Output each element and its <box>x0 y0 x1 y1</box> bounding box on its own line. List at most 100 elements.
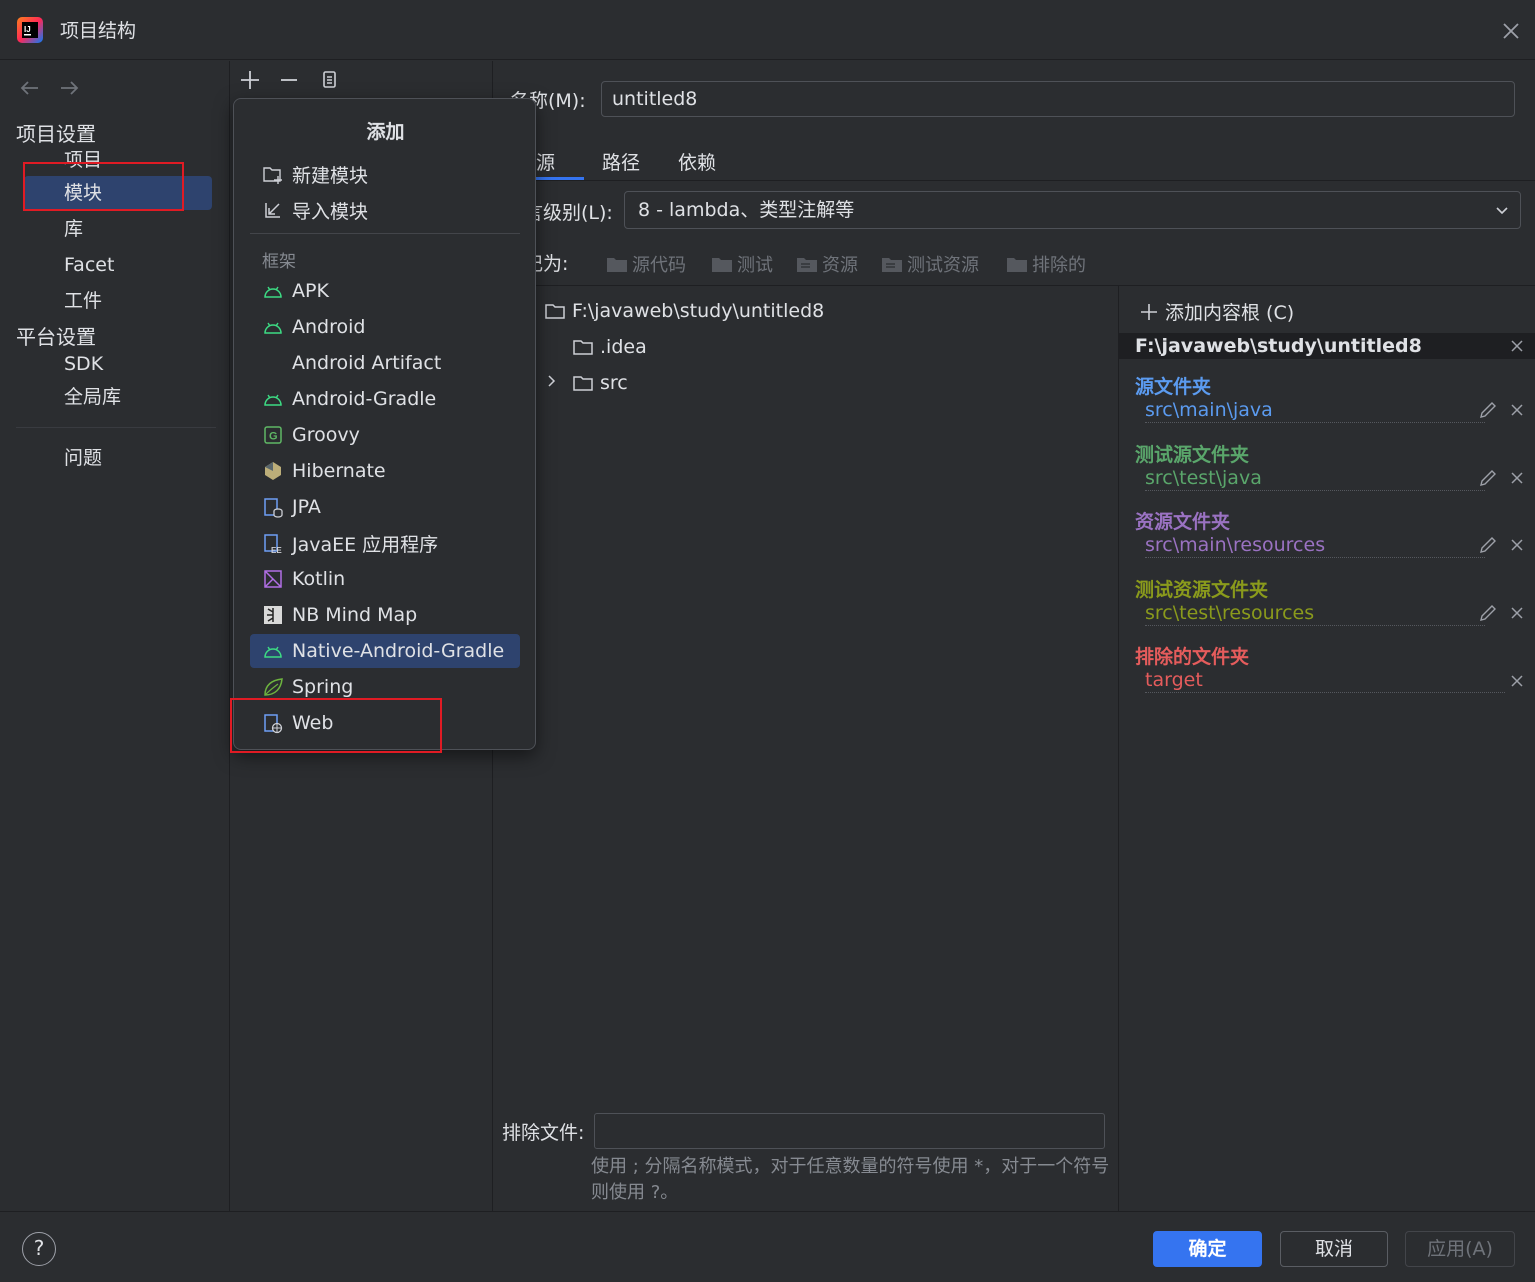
apply-button[interactable]: 应用(A) <box>1405 1231 1515 1267</box>
remove-source-folder-icon[interactable] <box>1508 401 1526 419</box>
intellij-logo-icon: IJ <box>16 16 44 44</box>
remove-content-root-icon[interactable] <box>1508 337 1526 355</box>
tabs-divider <box>494 180 1535 181</box>
popup-item-apk[interactable]: APK <box>250 274 520 308</box>
annotation-box-modules <box>23 162 184 211</box>
nav-section-platform-settings: 平台设置 <box>16 325 96 349</box>
help-button[interactable]: ? <box>22 1232 56 1266</box>
content-root-path: F:\javaweb\study\untitled8 <box>1135 335 1422 357</box>
ok-button[interactable]: 确定 <box>1153 1231 1262 1267</box>
language-level-select[interactable]: 8 - lambda、类型注解等 <box>624 191 1521 229</box>
popup-item-groovy[interactable]: G Groovy <box>250 418 520 452</box>
back-arrow-icon[interactable] <box>17 75 43 101</box>
chevron-right-icon[interactable] <box>544 373 560 389</box>
test-source-folders-title: 测试源文件夹 <box>1135 444 1250 466</box>
window-title: 项目结构 <box>60 20 137 42</box>
content-root-header: F:\javaweb\study\untitled8 <box>1119 333 1535 359</box>
popup-divider <box>250 233 520 234</box>
spring-leaf-icon <box>264 678 283 696</box>
new-module-icon <box>263 167 282 184</box>
test-resource-folders-title: 测试资源文件夹 <box>1135 579 1269 601</box>
android-icon <box>264 322 282 334</box>
pencil-icon[interactable] <box>1478 400 1498 420</box>
pencil-icon[interactable] <box>1478 603 1498 623</box>
folder-icon <box>712 258 732 272</box>
hibernate-icon <box>265 462 281 480</box>
popup-title: 添加 <box>366 121 405 143</box>
add-content-root-button[interactable]: 添加内容根 (C) <box>1139 298 1294 325</box>
mark-as-excluded-button[interactable]: 排除的 <box>1006 251 1086 277</box>
nav-item-sdks[interactable]: SDK <box>24 347 212 381</box>
android-icon <box>264 286 282 298</box>
folder-icon <box>573 376 593 391</box>
popup-item-hibernate[interactable]: Hibernate <box>250 454 520 488</box>
tab-dependencies[interactable]: 依赖 <box>678 148 716 175</box>
popup-item-new-module[interactable]: 新建模块 <box>250 157 520 191</box>
mark-as-test-resources-button[interactable]: 测试资源 <box>881 251 979 277</box>
mark-as-sources-button[interactable]: 源代码 <box>606 251 686 277</box>
kotlin-icon <box>264 570 282 588</box>
android-icon <box>264 394 282 406</box>
mark-as-tests-button[interactable]: 测试 <box>711 251 773 277</box>
import-icon <box>265 203 280 218</box>
add-icon[interactable] <box>237 67 263 93</box>
nav-item-facets[interactable]: Facet <box>24 248 212 282</box>
exclude-files-input[interactable] <box>594 1113 1105 1149</box>
popup-item-jpa[interactable]: JPA <box>250 490 520 524</box>
resource-folders-title: 资源文件夹 <box>1135 511 1231 533</box>
tab-sources[interactable]: 源 <box>536 148 555 175</box>
tab-paths[interactable]: 路径 <box>602 148 640 175</box>
dialog-footer: ? 确定 取消 应用(A) <box>0 1211 1535 1282</box>
popup-item-android-artifact[interactable]: Android Artifact <box>250 346 520 380</box>
tree-row-idea[interactable]: .idea <box>572 332 647 362</box>
resource-folder-path: src\main\resources <box>1145 533 1485 558</box>
pencil-icon[interactable] <box>1478 468 1498 488</box>
folder-icon <box>573 340 593 355</box>
remove-excluded-folder-icon[interactable] <box>1508 672 1526 690</box>
remove-icon[interactable] <box>276 67 302 93</box>
test-source-folder-path: src\test\java <box>1145 466 1485 491</box>
add-popup-menu: 添加 新建模块 导入模块 框架 APK Android Android Arti… <box>233 98 536 750</box>
resources-folder-icon <box>797 258 817 272</box>
framework-section-label: 框架 <box>262 252 296 272</box>
excluded-folder-icon <box>1007 258 1027 272</box>
folder-icon <box>545 304 565 319</box>
popup-item-import-module[interactable]: 导入模块 <box>250 193 520 227</box>
mind-map-icon <box>264 606 282 624</box>
test-resources-folder-icon <box>882 258 902 272</box>
content-roots-pane: 添加内容根 (C) F:\javaweb\study\untitled8 源文件… <box>1118 286 1535 1211</box>
mark-as-resources-button[interactable]: 资源 <box>796 251 858 277</box>
groovy-icon: G <box>264 426 282 444</box>
tree-row-root[interactable]: F:\javaweb\study\untitled8 <box>544 296 824 326</box>
title-bar: IJ 项目结构 <box>0 0 1535 60</box>
test-resource-folder-path: src\test\resources <box>1145 601 1485 626</box>
nav-item-artifacts[interactable]: 工件 <box>24 284 212 318</box>
blank-icon <box>262 352 284 374</box>
pencil-icon[interactable] <box>1478 535 1498 555</box>
popup-item-native-android-gradle[interactable]: Native-Android-Gradle <box>250 634 520 668</box>
tree-row-src[interactable]: src <box>572 368 628 398</box>
popup-item-javaee[interactable]: EE JavaEE 应用程序 <box>250 526 520 560</box>
forward-arrow-icon[interactable] <box>56 75 82 101</box>
exclude-files-label: 排除文件: <box>502 1122 585 1144</box>
nav-item-global-libraries[interactable]: 全局库 <box>24 380 212 414</box>
svg-text:EE: EE <box>271 546 282 554</box>
remove-test-source-folder-icon[interactable] <box>1508 469 1526 487</box>
source-folder-path: src\main\java <box>1145 398 1485 423</box>
nav-item-libraries[interactable]: 库 <box>24 212 212 246</box>
plus-icon <box>1141 303 1157 320</box>
popup-item-nb-mind-map[interactable]: NB Mind Map <box>250 598 520 632</box>
folder-icon <box>607 258 627 272</box>
remove-test-resource-folder-icon[interactable] <box>1508 604 1526 622</box>
popup-item-android[interactable]: Android <box>250 310 520 344</box>
popup-item-kotlin[interactable]: Kotlin <box>250 562 520 596</box>
module-name-input[interactable]: untitled8 <box>601 81 1515 117</box>
copy-icon[interactable] <box>316 67 342 93</box>
popup-item-android-gradle[interactable]: Android-Gradle <box>250 382 520 416</box>
nav-item-problems[interactable]: 问题 <box>24 441 212 475</box>
remove-resource-folder-icon[interactable] <box>1508 536 1526 554</box>
close-icon[interactable] <box>1498 18 1524 44</box>
svg-text:IJ: IJ <box>24 25 31 34</box>
cancel-button[interactable]: 取消 <box>1280 1231 1388 1267</box>
android-icon <box>264 646 282 658</box>
